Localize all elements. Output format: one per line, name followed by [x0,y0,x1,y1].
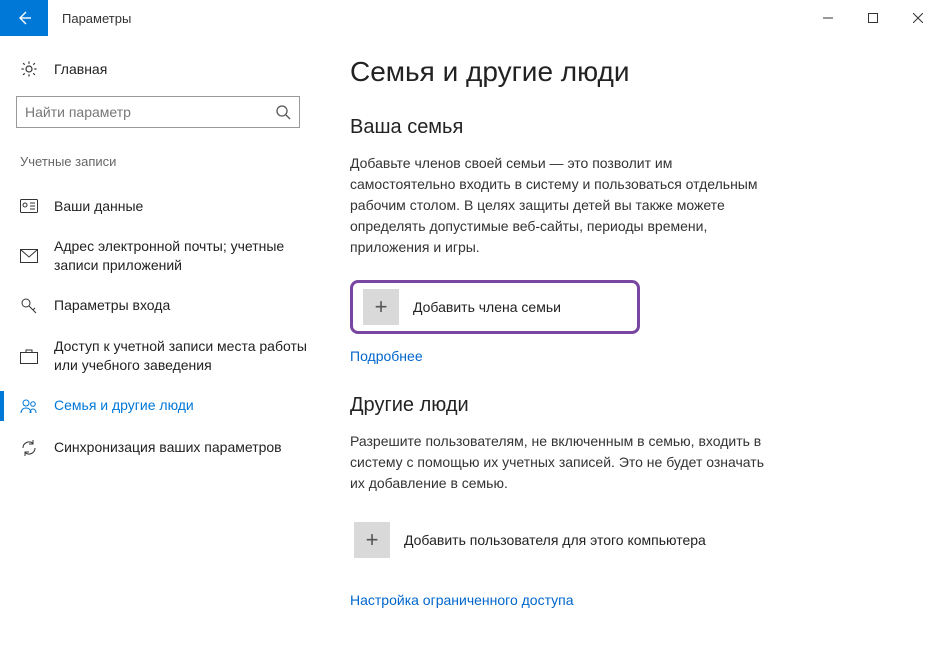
close-button[interactable] [895,0,940,36]
sidebar-item-label: Синхронизация ваших параметров [54,438,282,457]
sidebar-item-your-info[interactable]: Ваши данные [16,185,316,227]
sidebar-item-email[interactable]: Адрес электронной почты; учетные записи … [16,227,316,285]
learn-more-link[interactable]: Подробнее [350,348,423,364]
id-card-icon [20,199,38,213]
sidebar-item-work[interactable]: Доступ к учетной записи места работы или… [16,327,316,385]
add-other-user-button[interactable]: + Добавить пользователя для этого компью… [350,516,910,564]
sidebar-item-label: Адрес электронной почты; учетные записи … [54,237,312,275]
plus-icon: + [363,289,399,325]
add-family-label: Добавить члена семьи [413,299,561,315]
family-description: Добавьте членов своей семьи — это позвол… [350,153,780,258]
maximize-button[interactable] [850,0,895,36]
others-section-title: Другие люди [350,394,910,417]
home-nav[interactable]: Главная [16,60,316,78]
search-icon [275,104,291,120]
content-pane: Семья и другие люди Ваша семья Добавьте … [316,36,940,660]
window-controls [805,0,940,36]
window-title: Параметры [48,0,805,36]
sidebar-item-label: Ваши данные [54,197,143,216]
family-section-title: Ваша семья [350,116,910,139]
sidebar-item-label: Параметры входа [54,296,170,315]
category-label: Учетные записи [16,154,316,169]
people-icon [20,398,38,414]
add-other-label: Добавить пользователя для этого компьюте… [404,532,706,548]
back-button[interactable] [0,0,48,36]
search-input[interactable] [25,104,275,120]
assigned-access-link[interactable]: Настройка ограниченного доступа [350,592,574,608]
sidebar-item-sync[interactable]: Синхронизация ваших параметров [16,427,316,469]
add-family-member-button[interactable]: + Добавить члена семьи [350,280,640,334]
mail-icon [20,249,38,263]
sync-icon [20,439,38,457]
sidebar-item-family[interactable]: Семья и другие люди [16,385,316,427]
search-box[interactable] [16,96,300,128]
briefcase-icon [20,348,38,364]
sidebar-item-signin[interactable]: Параметры входа [16,285,316,327]
key-icon [20,297,38,315]
minimize-button[interactable] [805,0,850,36]
titlebar: Параметры [0,0,940,36]
arrow-left-icon [15,9,33,27]
others-description: Разрешите пользователям, не включенным в… [350,431,780,494]
home-label: Главная [54,61,107,77]
sidebar-item-label: Доступ к учетной записи места работы или… [54,337,312,375]
sidebar-item-label: Семья и другие люди [54,396,194,415]
page-title: Семья и другие люди [350,56,910,88]
plus-icon: + [354,522,390,558]
gear-icon [20,60,38,78]
sidebar: Главная Учетные записи Ваши данные Адрес… [0,36,316,660]
